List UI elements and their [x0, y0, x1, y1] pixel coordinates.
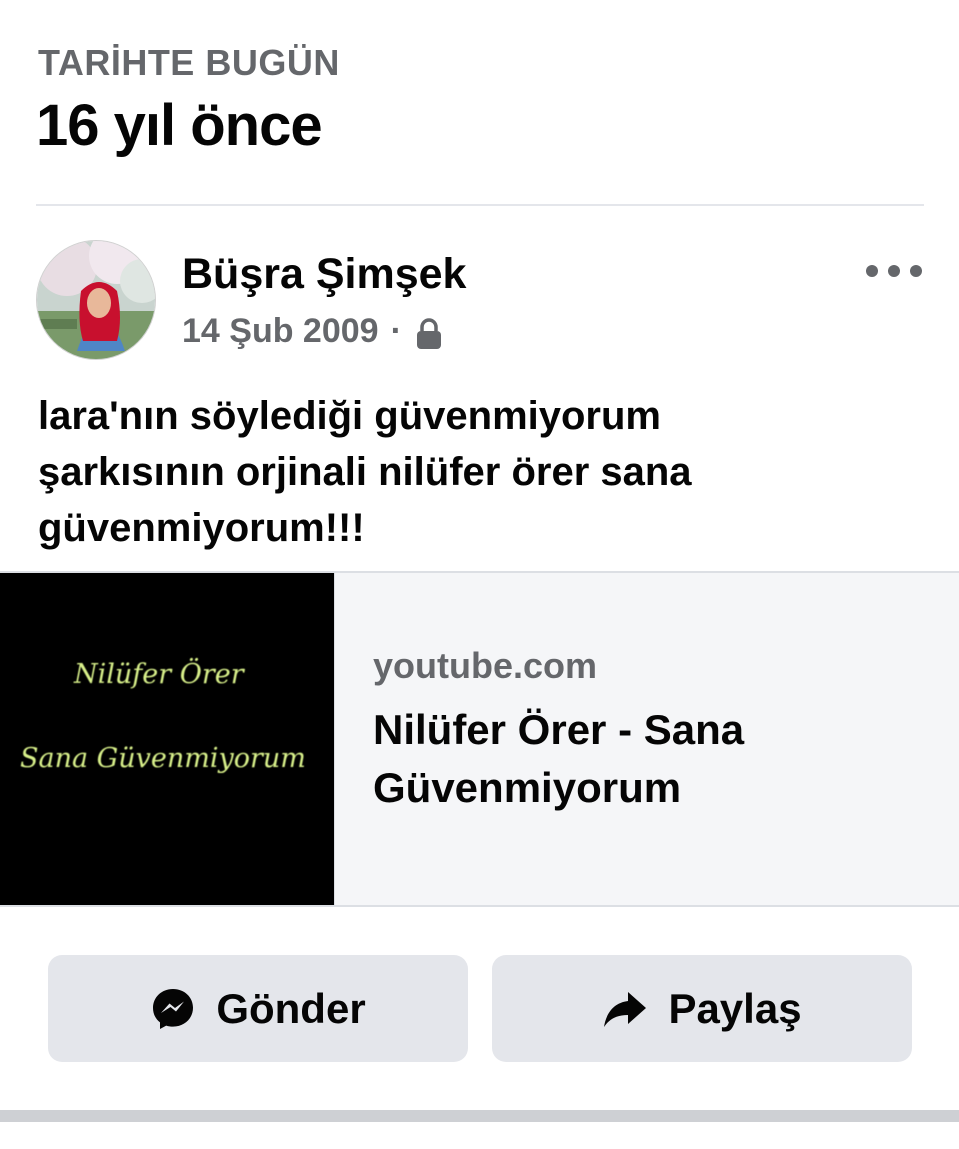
- link-title: Nilüfer Örer - Sana Güvenmiyorum: [373, 706, 745, 811]
- post-date[interactable]: 14 Şub 2009: [182, 312, 379, 351]
- meta-separator: ·: [390, 312, 402, 350]
- more-options-icon[interactable]: [866, 258, 922, 284]
- more-dot: [866, 265, 878, 277]
- link-preview[interactable]: Nilüfer Örer Sana Güvenmiyorum youtube.c…: [0, 571, 959, 907]
- post-text-line: güvenmiyorum!!!: [38, 506, 365, 550]
- more-dot: [888, 265, 900, 277]
- link-info[interactable]: youtube.com Nilüfer Örer - Sana Güvenmiy…: [334, 573, 959, 905]
- video-thumbnail[interactable]: Nilüfer Örer Sana Güvenmiyorum: [0, 573, 334, 905]
- post-text-line: lara'nın söylediği güvenmiyorum: [38, 394, 661, 438]
- link-domain: youtube.com: [373, 645, 598, 686]
- messenger-icon: [150, 986, 196, 1032]
- thumbnail-text-song: Sana Güvenmiyorum: [20, 743, 306, 774]
- lock-icon[interactable]: [414, 317, 444, 351]
- memories-card: TARİHTE BUGÜN 16 yıl önce Büşra Şimşek 1…: [0, 0, 959, 1149]
- avatar[interactable]: [36, 240, 156, 360]
- share-button[interactable]: Paylaş: [492, 955, 912, 1062]
- more-dot: [910, 265, 922, 277]
- share-button-label: Paylaş: [668, 984, 802, 1032]
- post-text-line: şarkısının orjinali nilüfer örer sana: [38, 450, 692, 494]
- author-name[interactable]: Büşra Şimşek: [182, 250, 466, 299]
- section-title: 16 yıl önce: [36, 93, 323, 158]
- post-meta: 14 Şub 2009 ·: [182, 312, 444, 351]
- avatar-photo: [37, 241, 155, 359]
- divider: [36, 204, 924, 206]
- post-text: lara'nın söylediği güvenmiyorum şarkısın…: [38, 388, 918, 556]
- share-arrow-icon: [602, 986, 648, 1032]
- send-button[interactable]: Gönder: [48, 955, 468, 1062]
- send-button-label: Gönder: [216, 984, 366, 1032]
- section-label: TARİHTE BUGÜN: [38, 42, 340, 83]
- card-separator: [0, 1110, 959, 1122]
- thumbnail-text-artist: Nilüfer Örer: [74, 659, 244, 690]
